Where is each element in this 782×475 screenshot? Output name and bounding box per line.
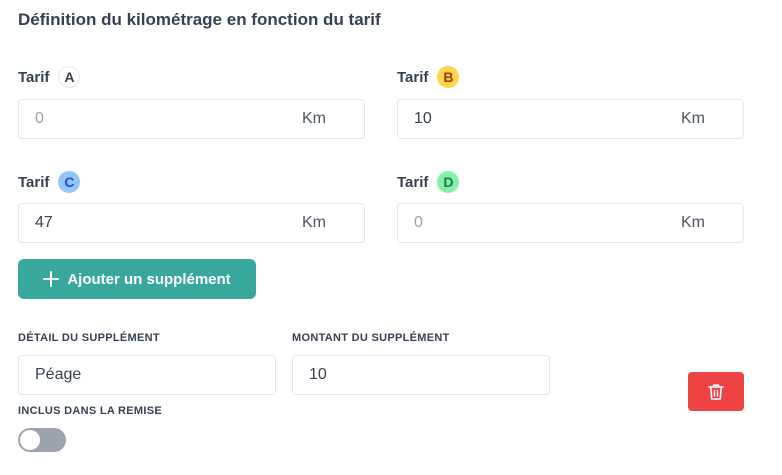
supplement-amount-field[interactable] xyxy=(292,355,550,395)
tarif-d-label: Tarif D xyxy=(397,171,460,193)
tarif-label-text: Tarif xyxy=(397,68,429,86)
tarif-label-text: Tarif xyxy=(18,173,50,191)
toggle-knob xyxy=(20,430,40,450)
tarif-b-input[interactable] xyxy=(414,110,681,128)
tarif-b-badge: B xyxy=(437,66,460,88)
plus-icon xyxy=(43,271,60,287)
tarif-b-field[interactable]: Km xyxy=(397,99,744,139)
tarif-a-field[interactable]: Km xyxy=(18,99,365,139)
delete-supplement-button[interactable] xyxy=(688,372,744,411)
supplement-amount-label: MONTANT DU SUPPLÉMENT xyxy=(292,332,450,344)
tarif-label-text: Tarif xyxy=(18,68,50,86)
included-label: INCLUS DANS LA REMISE xyxy=(18,405,163,417)
tarif-label-text: Tarif xyxy=(397,173,429,191)
add-supplement-label: Ajouter un supplément xyxy=(67,270,231,288)
supplement-detail-input[interactable] xyxy=(35,366,259,384)
section-title: Définition du kilométrage en fonction du… xyxy=(18,10,381,29)
trash-icon xyxy=(708,383,724,400)
tarif-a-label: Tarif A xyxy=(18,66,81,88)
tarif-c-unit: Km xyxy=(302,214,326,231)
tarif-c-badge: C xyxy=(58,171,81,193)
included-toggle[interactable] xyxy=(18,428,66,452)
tarif-a-unit: Km xyxy=(302,110,326,127)
supplement-detail-label: DÉTAIL DU SUPPLÉMENT xyxy=(18,332,160,344)
tarif-a-badge: A xyxy=(58,66,81,88)
tarif-d-unit: Km xyxy=(681,214,705,231)
tarif-b-unit: Km xyxy=(681,110,705,127)
supplement-detail-field[interactable] xyxy=(18,355,276,395)
tarif-c-input[interactable] xyxy=(35,214,302,232)
tarif-d-field[interactable]: Km xyxy=(397,203,744,243)
tarif-c-field[interactable]: Km xyxy=(18,203,365,243)
tarif-a-input[interactable] xyxy=(35,110,302,128)
tarif-c-label: Tarif C xyxy=(18,171,81,193)
add-supplement-button[interactable]: Ajouter un supplément xyxy=(18,259,256,299)
supplement-amount-input[interactable] xyxy=(309,366,533,384)
tarif-b-label: Tarif B xyxy=(397,66,460,88)
tarif-d-badge: D xyxy=(437,171,460,193)
tarif-d-input[interactable] xyxy=(414,214,681,232)
